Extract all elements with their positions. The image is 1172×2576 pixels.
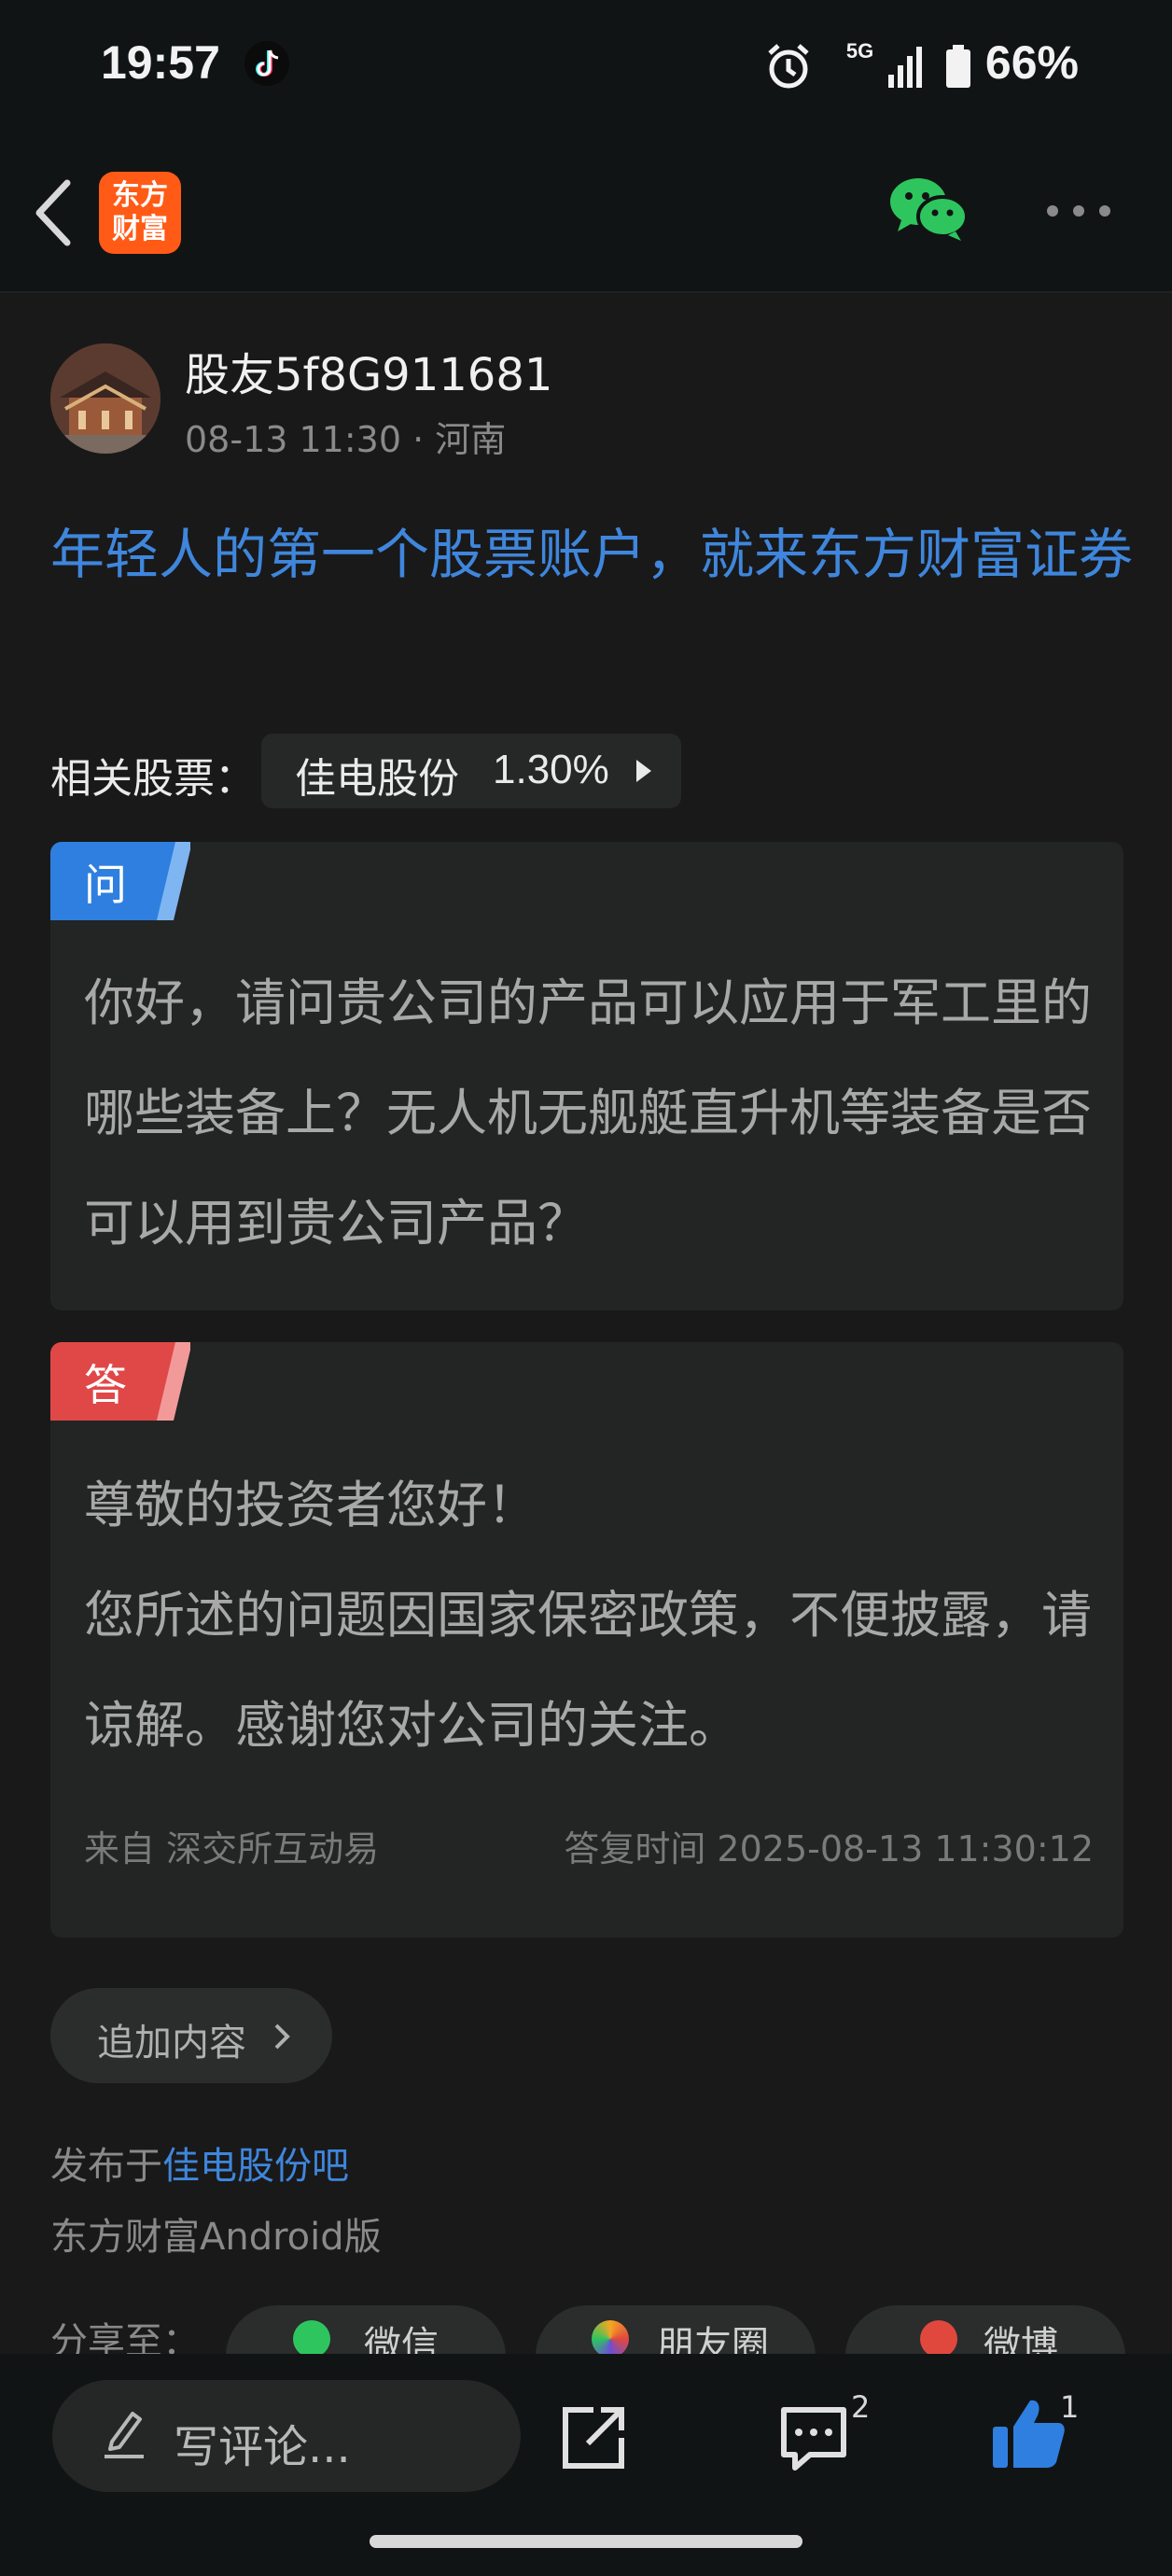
pencil-icon xyxy=(101,2406,147,2462)
share-weibo-button[interactable]: 微博 xyxy=(845,2305,1125,2361)
question-tag: 问 xyxy=(50,842,190,920)
author-name[interactable]: 股友5f8G911681 xyxy=(185,338,552,403)
tiktok-notification-icon xyxy=(244,41,289,86)
comment-count: 2 xyxy=(851,2389,871,2425)
answer-source: 来自 深交所互动易 xyxy=(84,1828,380,1869)
question-text: 你好，请问贵公司的产品可以应用于军工里的哪些装备上？无人机无舰艇直升机等装备是否… xyxy=(84,973,1092,1253)
home-indicator[interactable] xyxy=(370,2535,802,2548)
stock-change: 1.30% xyxy=(493,747,609,792)
posted-prefix: 发布于 xyxy=(50,2145,162,2188)
share-wechat-button[interactable]: 微信 xyxy=(226,2305,506,2361)
answer-text: 您所述的问题因国家保密政策，不便披露，请谅解。感谢您对公司的关注。 xyxy=(84,1586,1092,1755)
network-label: 5G xyxy=(845,39,874,63)
signal-icon xyxy=(888,46,923,88)
forum-link[interactable]: 佳电股份吧 xyxy=(162,2145,349,2188)
comment-placeholder: 写评论... xyxy=(174,2421,351,2473)
back-icon[interactable] xyxy=(26,175,82,250)
moments-share-icon xyxy=(592,2320,629,2358)
related-stock-label: 相关股票： xyxy=(50,755,256,803)
comment-icon[interactable] xyxy=(776,2404,851,2473)
question-tag-label: 问 xyxy=(84,860,127,910)
answer-tag: 答 xyxy=(50,1342,190,1421)
stock-name: 佳电股份 xyxy=(295,755,459,803)
post-title: 年轻人的第一个股票账户，就来东方财富证券 xyxy=(50,523,1134,586)
thumbs-up-icon[interactable] xyxy=(989,2395,1067,2473)
add-content-label: 追加内容 xyxy=(97,2022,246,2065)
alarm-icon xyxy=(768,43,809,89)
post-meta: 08-13 11:30 · 河南 xyxy=(185,419,507,460)
weibo-share-icon xyxy=(920,2320,957,2358)
status-time: 19:57 xyxy=(101,36,220,89)
posted-in: 发布于佳电股份吧 xyxy=(50,2135,349,2190)
client-label: 东方财富Android版 xyxy=(50,2216,382,2259)
share-row: 分享至： 微信 朋友圈 微博 xyxy=(0,2305,1172,2361)
wechat-icon[interactable] xyxy=(888,175,969,243)
share-icon[interactable] xyxy=(556,2401,631,2475)
chevron-right-icon xyxy=(267,2020,295,2053)
status-right: 5G 66% xyxy=(762,35,1079,92)
play-arrow-icon xyxy=(636,760,651,782)
more-icon[interactable] xyxy=(1045,200,1112,222)
app-logo[interactable]: 东方 财富 xyxy=(99,172,181,254)
battery-icon xyxy=(946,44,971,88)
like-count: 1 xyxy=(1060,2389,1080,2425)
share-moments-button[interactable]: 朋友圈 xyxy=(536,2305,816,2361)
battery-percent: 66% xyxy=(984,36,1079,89)
avatar[interactable] xyxy=(50,343,160,454)
answer-tag-label: 答 xyxy=(84,1360,127,1410)
answer-greeting: 尊敬的投资者您好！ xyxy=(84,1476,537,1534)
wechat-share-icon xyxy=(293,2320,330,2358)
answer-reply-time: 答复时间 2025-08-13 11:30:12 xyxy=(564,1828,1094,1869)
